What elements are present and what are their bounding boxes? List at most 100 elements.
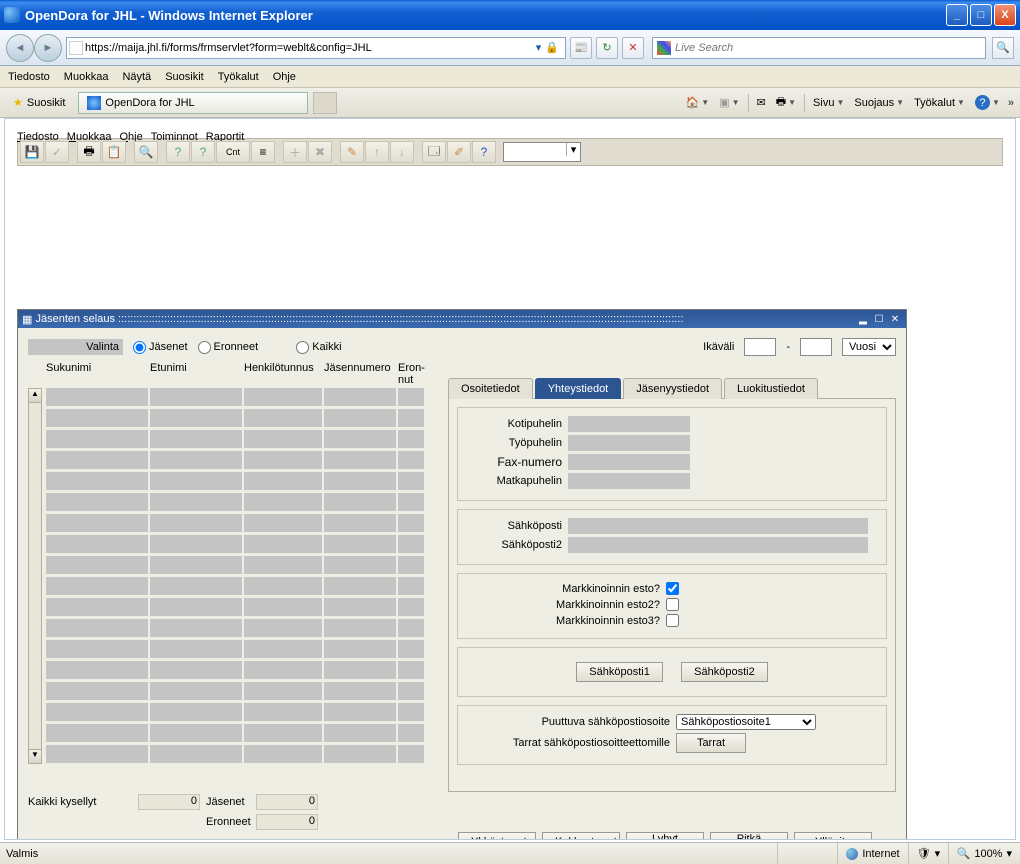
grid-cell[interactable] [150,514,242,532]
table-row[interactable] [46,556,438,574]
grid-cell[interactable] [324,745,396,763]
grid-cell[interactable] [150,493,242,511]
grid-cell[interactable] [150,724,242,742]
grid-cell[interactable] [150,430,242,448]
grid-cell[interactable] [46,598,148,616]
table-row[interactable] [46,409,438,427]
tools-menu[interactable]: Työkalut▼ [912,97,967,109]
new-tab-button[interactable] [313,92,337,114]
yllapito-button[interactable]: Ylläpito [794,832,872,840]
grid-cell[interactable] [150,472,242,490]
grid-cell[interactable] [324,577,396,595]
grid-cell[interactable] [244,745,322,763]
tool-up[interactable]: ↑ [365,141,389,163]
grid-cell[interactable] [46,724,148,742]
table-row[interactable] [46,451,438,469]
search-go-button[interactable]: 🔍 [992,37,1014,59]
menu-muokkaa[interactable]: Muokkaa [64,71,109,83]
grid-cell[interactable] [150,640,242,658]
grid-cell[interactable] [46,472,148,490]
grid-scrollbar[interactable]: ▲ ▼ [28,388,42,764]
address-input[interactable] [85,42,536,54]
tool-query1[interactable]: ? [166,141,190,163]
kotipuhelin-input[interactable] [568,416,690,432]
grid-cell[interactable] [46,745,148,763]
grid-cell[interactable] [398,388,424,406]
minimize-button[interactable]: _ [946,4,968,26]
back-button[interactable]: ◄ [6,34,34,62]
table-row[interactable] [46,430,438,448]
tool-combo[interactable]: ▾ [503,142,581,162]
table-row[interactable] [46,640,438,658]
table-row[interactable] [46,493,438,511]
grid-cell[interactable] [46,493,148,511]
grid-cell[interactable] [46,535,148,553]
grid-cell[interactable] [324,535,396,553]
grid-cell[interactable] [398,577,424,595]
grid-cell[interactable] [324,451,396,469]
grid-cell[interactable] [398,619,424,637]
grid-cell[interactable] [398,535,424,553]
tool-print[interactable]: 🖶 [77,141,101,163]
grid-cell[interactable] [150,577,242,595]
grid-cell[interactable] [244,598,322,616]
tab-osoitetiedot[interactable]: Osoitetiedot [448,378,533,399]
grid-cell[interactable] [46,409,148,427]
subwin-close[interactable]: ✕ [888,312,902,326]
grid-cell[interactable] [324,388,396,406]
mk2-checkbox[interactable] [666,598,679,611]
grid-cell[interactable] [324,409,396,427]
grid-cell[interactable] [244,640,322,658]
status-zoom[interactable]: 🔍100% ▾ [948,843,1020,864]
tool-search[interactable]: 🔍 [134,141,158,163]
tool-list[interactable]: ≡ [251,141,275,163]
forward-button[interactable]: ► [34,34,62,62]
grid-cell[interactable] [46,556,148,574]
scroll-down-button[interactable]: ▼ [29,749,41,763]
grid-cell[interactable] [244,472,322,490]
grid-cell[interactable] [398,472,424,490]
grid-cell[interactable] [398,598,424,616]
grid-cell[interactable] [46,388,148,406]
mk1-checkbox[interactable] [666,582,679,595]
grid-cell[interactable] [150,682,242,700]
grid-cell[interactable] [150,703,242,721]
age-unit-select[interactable]: Vuosi [842,338,896,356]
grid-cell[interactable] [244,703,322,721]
email1-input[interactable] [568,518,868,534]
grid-cell[interactable] [150,535,242,553]
email2-input[interactable] [568,537,868,553]
grid-cell[interactable] [244,619,322,637]
grid-cell[interactable] [46,451,148,469]
appmenu-toiminnot[interactable]: Toiminnot [151,131,198,133]
print-button[interactable]: 🖶▼ [774,93,798,112]
table-row[interactable] [46,724,438,742]
stop-button[interactable]: ✕ [622,37,644,59]
table-row[interactable] [46,682,438,700]
mk3-checkbox[interactable] [666,614,679,627]
favorites-button[interactable]: ★ Suosikit [6,93,72,112]
tab-jasenyystiedot[interactable]: Jäsenyystiedot [623,378,722,399]
tool-form[interactable]: 🗔 [422,141,446,163]
grid-cell[interactable] [398,493,424,511]
grid-cell[interactable] [150,556,242,574]
tyopuhelin-input[interactable] [568,435,690,451]
grid-cell[interactable] [244,577,322,595]
grid-cell[interactable] [324,703,396,721]
grid-cell[interactable] [398,682,424,700]
tool-help[interactable]: ? [472,141,496,163]
tool-pencil[interactable]: ✐ [447,141,471,163]
grid-cell[interactable] [244,514,322,532]
age-to-input[interactable] [800,338,832,356]
tool-down[interactable]: ↓ [390,141,414,163]
menu-ohje[interactable]: Ohje [273,71,296,83]
tool-save[interactable]: 💾 [20,141,44,163]
grid-cell[interactable] [398,640,424,658]
email2-button[interactable]: Sähköposti2 [681,662,768,682]
members-window-titlebar[interactable]: ▦ Jäsenten selaus ::::::::::::::::::::::… [18,310,906,328]
grid-cell[interactable] [150,409,242,427]
grid-cell[interactable] [324,472,396,490]
tool-cnt[interactable]: Cnt [216,141,250,163]
grid-cell[interactable] [150,745,242,763]
subwin-max[interactable]: ☐ [872,312,886,326]
